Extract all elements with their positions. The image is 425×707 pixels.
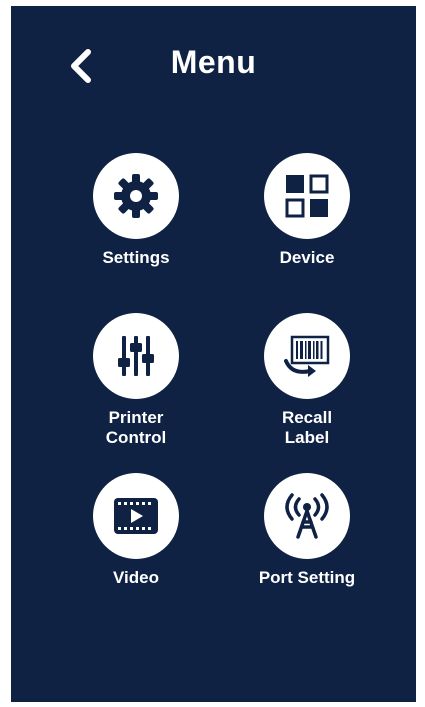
menu-item-settings[interactable]: Settings [66, 153, 206, 268]
printer-control-icon-circle [93, 313, 179, 399]
menu-screen: Menu Settings Device Printer Control Rec… [11, 6, 416, 702]
page-title: Menu [170, 44, 257, 80]
sliders-icon [118, 336, 154, 376]
antenna-icon [285, 493, 329, 539]
recall-label-icon-circle [264, 313, 350, 399]
grid-icon [285, 174, 329, 218]
menu-item-video[interactable]: Video [66, 473, 206, 588]
menu-item-label: Printer Control [105, 408, 167, 447]
menu-item-label: Port Setting [258, 568, 356, 587]
menu-item-device[interactable]: Device [237, 153, 377, 268]
menu-item-recall-label[interactable]: Recall Label [237, 313, 377, 448]
menu-item-label: Device [279, 248, 335, 267]
video-icon-circle [93, 473, 179, 559]
menu-item-printer-control[interactable]: Printer Control [66, 313, 206, 448]
video-icon [114, 498, 158, 534]
gear-icon [114, 174, 158, 218]
barcode-recall-icon [284, 335, 330, 377]
port-setting-icon-circle [264, 473, 350, 559]
menu-item-label: Settings [102, 248, 170, 267]
device-icon-circle [264, 153, 350, 239]
menu-item-label: Recall Label [281, 408, 333, 447]
menu-item-label: Video [113, 568, 159, 587]
settings-icon-circle [93, 153, 179, 239]
menu-item-port-setting[interactable]: Port Setting [237, 473, 377, 588]
